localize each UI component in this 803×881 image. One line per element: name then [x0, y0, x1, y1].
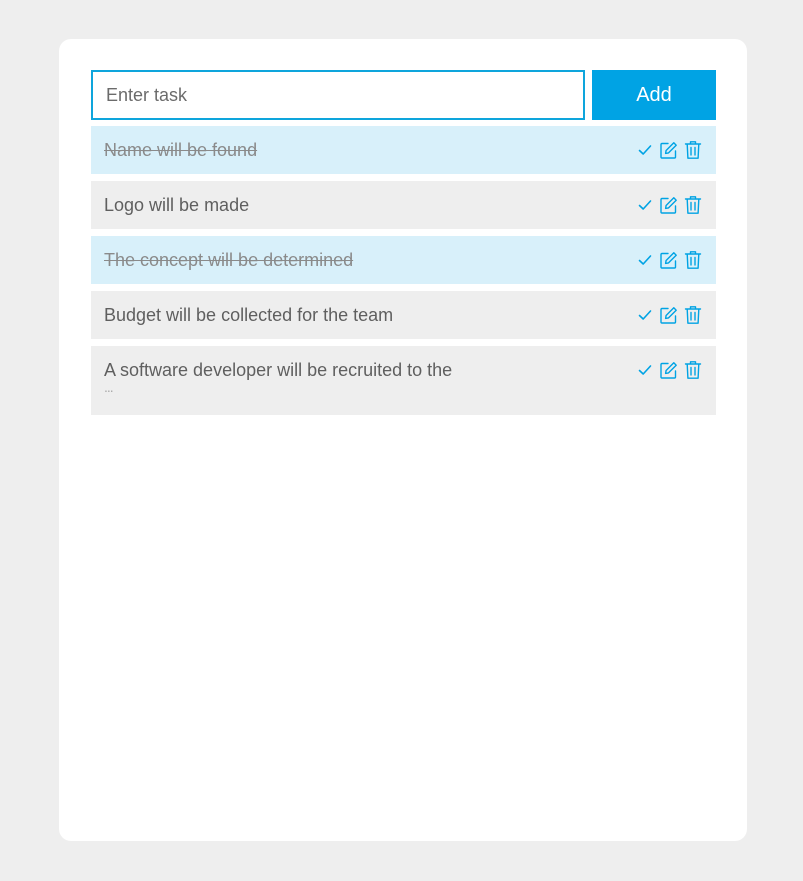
- trash-icon[interactable]: [682, 360, 703, 381]
- task-text-line: A software developer will be recruited t…: [104, 360, 453, 380]
- edit-icon[interactable]: [658, 305, 679, 326]
- edit-icon[interactable]: [658, 195, 679, 216]
- check-icon[interactable]: [634, 305, 655, 326]
- task-item: Logo will be made: [91, 181, 716, 229]
- task-text: Budget will be collected for the team: [104, 305, 394, 325]
- trash-icon[interactable]: [682, 140, 703, 161]
- edit-icon[interactable]: [658, 360, 679, 381]
- trash-icon[interactable]: [682, 250, 703, 271]
- task-text: A software developer will be recruited t…: [104, 360, 453, 395]
- check-icon[interactable]: [634, 140, 655, 161]
- edit-icon[interactable]: [658, 140, 679, 161]
- edit-icon[interactable]: [658, 250, 679, 271]
- task-actions: [634, 250, 703, 270]
- check-icon[interactable]: [634, 250, 655, 271]
- task-list: Name will be found Logo will be made The…: [91, 126, 716, 422]
- check-icon[interactable]: [634, 195, 655, 216]
- task-actions: [634, 305, 703, 325]
- task-form: Add: [91, 70, 716, 120]
- task-actions: [634, 140, 703, 160]
- task-actions: [634, 195, 703, 215]
- check-icon[interactable]: [634, 360, 655, 381]
- task-actions: [634, 360, 703, 380]
- todo-card: Add Name will be found Logo will be made: [59, 39, 747, 841]
- task-text: The concept will be determined: [104, 250, 354, 270]
- trash-icon[interactable]: [682, 305, 703, 326]
- task-text: Logo will be made: [104, 195, 250, 215]
- task-input[interactable]: [91, 70, 585, 120]
- task-item: A software developer will be recruited t…: [91, 346, 716, 415]
- add-button[interactable]: Add: [592, 70, 716, 120]
- trash-icon[interactable]: [682, 195, 703, 216]
- truncation-ellipsis: ...: [104, 379, 114, 395]
- task-text: Name will be found: [104, 140, 258, 160]
- task-item: The concept will be determined: [91, 236, 716, 284]
- task-item: Budget will be collected for the team: [91, 291, 716, 339]
- task-item: Name will be found: [91, 126, 716, 174]
